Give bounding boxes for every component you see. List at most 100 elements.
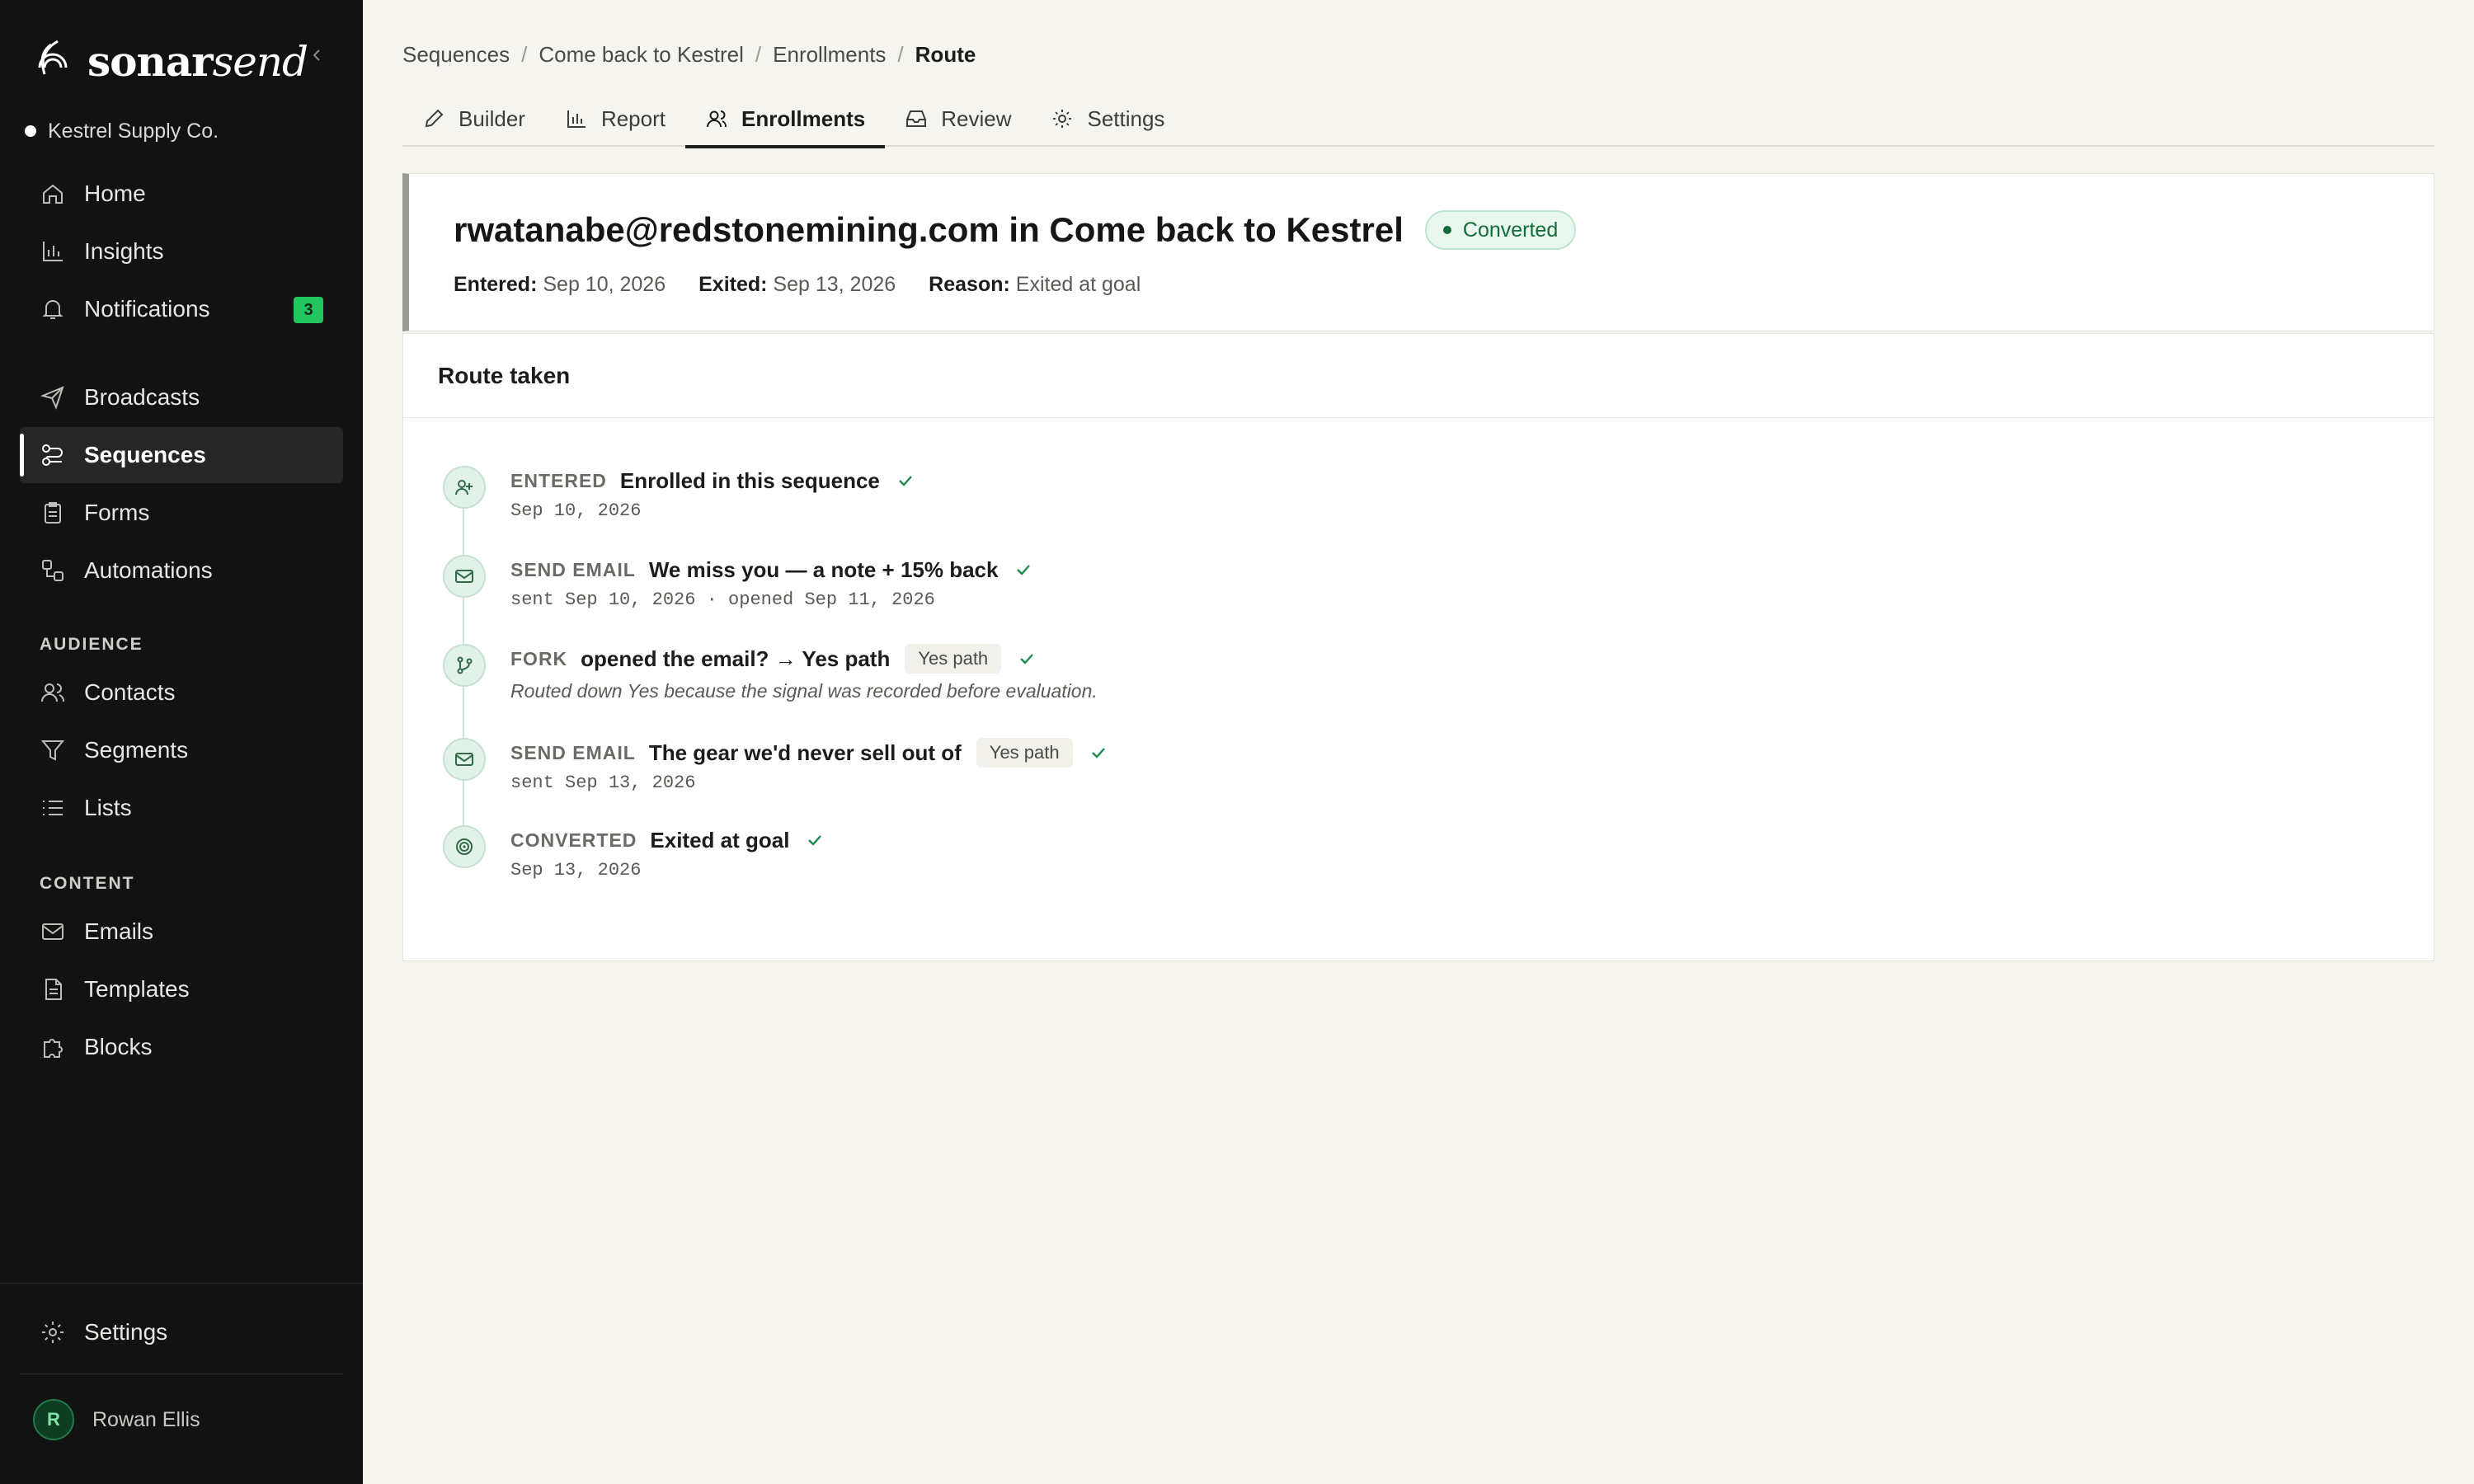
enrollment-title-row: rwatanabe@redstonemining.com in Come bac…: [454, 210, 1577, 250]
filter-icon: [40, 740, 65, 761]
avatar: R: [33, 1399, 74, 1440]
sidebar-item-automations[interactable]: Automations: [20, 542, 343, 599]
sidebar: sonarsend Kestrel Supply Co. Home Insigh…: [0, 0, 363, 1484]
chevron-left-icon: [313, 49, 320, 61]
mail-icon: [42, 923, 63, 940]
sidebar-item-segments[interactable]: Segments: [20, 722, 343, 778]
check-icon: [1091, 748, 1105, 758]
sidebar-item-contacts[interactable]: Contacts: [20, 665, 343, 721]
tab-label: Settings: [1087, 106, 1165, 131]
workspace-switcher[interactable]: Kestrel Supply Co.: [25, 117, 219, 145]
tab-review[interactable]: Review: [885, 91, 1031, 147]
step-body: SEND EMAIL We miss you — a note + 15% ba…: [510, 555, 1034, 610]
breadcrumb-item-sequences[interactable]: Sequences: [402, 42, 510, 68]
home-icon: [43, 184, 63, 204]
sidebar-item-insights[interactable]: Insights: [20, 223, 343, 279]
tab-builder[interactable]: Builder: [402, 91, 545, 147]
workspace-name: Kestrel Supply Co.: [48, 119, 219, 143]
sidebar-item-blocks[interactable]: Blocks: [20, 1019, 343, 1075]
check-icon: [899, 476, 912, 486]
sidebar-item-settings[interactable]: Settings: [20, 1304, 343, 1360]
step-body: SEND EMAIL The gear we'd never sell out …: [510, 738, 1109, 793]
brand-logo[interactable]: sonarsend: [36, 30, 308, 92]
users-icon: [706, 110, 727, 128]
sidebar-item-label: Broadcasts: [84, 384, 200, 410]
notifications-count-badge: 3: [294, 297, 323, 323]
list-icon: [43, 801, 63, 815]
step-kind: FORK: [510, 647, 568, 669]
sidebar-item-lists[interactable]: Lists: [20, 780, 343, 836]
step-timestamp: sent Sep 13, 2026: [510, 773, 696, 793]
sidebar-divider: [0, 1283, 363, 1284]
meta-entered: Entered: Sep 10, 2026: [454, 273, 666, 296]
step-kind: CONVERTED: [510, 829, 637, 851]
tab-label: Builder: [459, 106, 525, 131]
step-timestamp: Sep 10, 2026: [510, 500, 642, 521]
inbox-icon: [906, 110, 927, 127]
sidebar-item-home[interactable]: Home: [20, 166, 343, 222]
check-icon: [1017, 565, 1031, 575]
workflow-icon: [42, 560, 63, 581]
breadcrumb-item-route: Route: [915, 41, 976, 67]
sidebar-item-label: Insights: [84, 238, 164, 264]
meta-reason: Reason: Exited at goal: [929, 273, 1141, 296]
step-title[interactable]: The gear we'd never sell out of: [649, 740, 962, 766]
tab-label: Report: [600, 106, 666, 131]
puzzle-icon: [44, 1039, 63, 1058]
path-badge: Yes path: [976, 738, 1073, 768]
step-title: Exited at goal: [650, 827, 790, 852]
breadcrumb-separator: /: [755, 41, 762, 67]
user-menu[interactable]: R Rowan Ellis: [33, 1398, 200, 1441]
status-label: Converted: [1462, 218, 1559, 242]
clipboard-icon: [45, 502, 61, 524]
step-note: Routed down Yes because the signal was r…: [510, 680, 1098, 702]
document-icon: [45, 979, 62, 1000]
sidebar-item-sequences[interactable]: Sequences: [20, 427, 343, 483]
sidebar-item-notifications[interactable]: Notifications 3: [20, 281, 343, 337]
user-name: Rowan Ellis: [92, 1407, 200, 1431]
pencil-icon: [425, 109, 444, 128]
breadcrumb-separator: /: [897, 41, 904, 67]
users-icon: [41, 683, 64, 702]
step-title[interactable]: We miss you — a note + 15% back: [649, 557, 999, 583]
check-icon: [1020, 654, 1034, 665]
sidebar-item-label: Home: [84, 181, 146, 206]
sidebar-item-templates[interactable]: Templates: [20, 961, 343, 1017]
sidebar-item-label: Forms: [84, 500, 150, 525]
sidebar-item-label: Emails: [84, 918, 154, 944]
breadcrumb-separator: /: [521, 41, 528, 67]
path-badge: Yes path: [905, 644, 1002, 674]
sidebar-item-label: Settings: [84, 1319, 168, 1345]
status-badge: Converted: [1424, 210, 1577, 250]
sidebar-item-label: Contacts: [84, 679, 176, 705]
sidebar-item-label: Lists: [84, 795, 132, 820]
sidebar-item-label: Templates: [84, 976, 190, 1002]
collapse-sidebar-button[interactable]: [305, 43, 330, 68]
breadcrumb-item-sequence[interactable]: Come back to Kestrel: [539, 42, 744, 68]
section-label-content: CONTENT: [40, 874, 135, 893]
step-title: Enrolled in this sequence: [619, 467, 880, 493]
user-plus-icon: [443, 466, 486, 509]
tab-report[interactable]: Report: [545, 91, 685, 147]
enrollment-meta: Entered: Sep 10, 2026 Exited: Sep 13, 20…: [454, 273, 1174, 297]
tab-settings[interactable]: Settings: [1031, 91, 1184, 147]
route-heading: Route taken: [403, 334, 2434, 418]
breadcrumb-item-enrollments[interactable]: Enrollments: [773, 42, 886, 68]
sidebar-item-label: Automations: [84, 557, 213, 583]
branch-icon: [443, 644, 486, 687]
sidebar-item-broadcasts[interactable]: Broadcasts: [20, 369, 343, 425]
mail-icon: [443, 738, 486, 781]
step-kind: SEND EMAIL: [510, 558, 636, 580]
send-icon: [40, 386, 64, 410]
step-body: FORK opened the email? → Yes path Yes pa…: [510, 644, 1098, 702]
tab-bar: Builder Report Enrollments Review Settin…: [402, 91, 2434, 148]
tab-enrollments[interactable]: Enrollments: [684, 91, 886, 148]
gear-icon: [42, 1322, 63, 1343]
sidebar-item-emails[interactable]: Emails: [20, 904, 343, 960]
brand-name: sonarsend: [87, 36, 308, 86]
bell-icon: [42, 300, 63, 319]
bar-chart-icon: [43, 242, 63, 261]
sidebar-item-label: Sequences: [84, 442, 206, 467]
sequence-flow-icon: [42, 444, 63, 466]
sidebar-item-forms[interactable]: Forms: [20, 485, 343, 541]
